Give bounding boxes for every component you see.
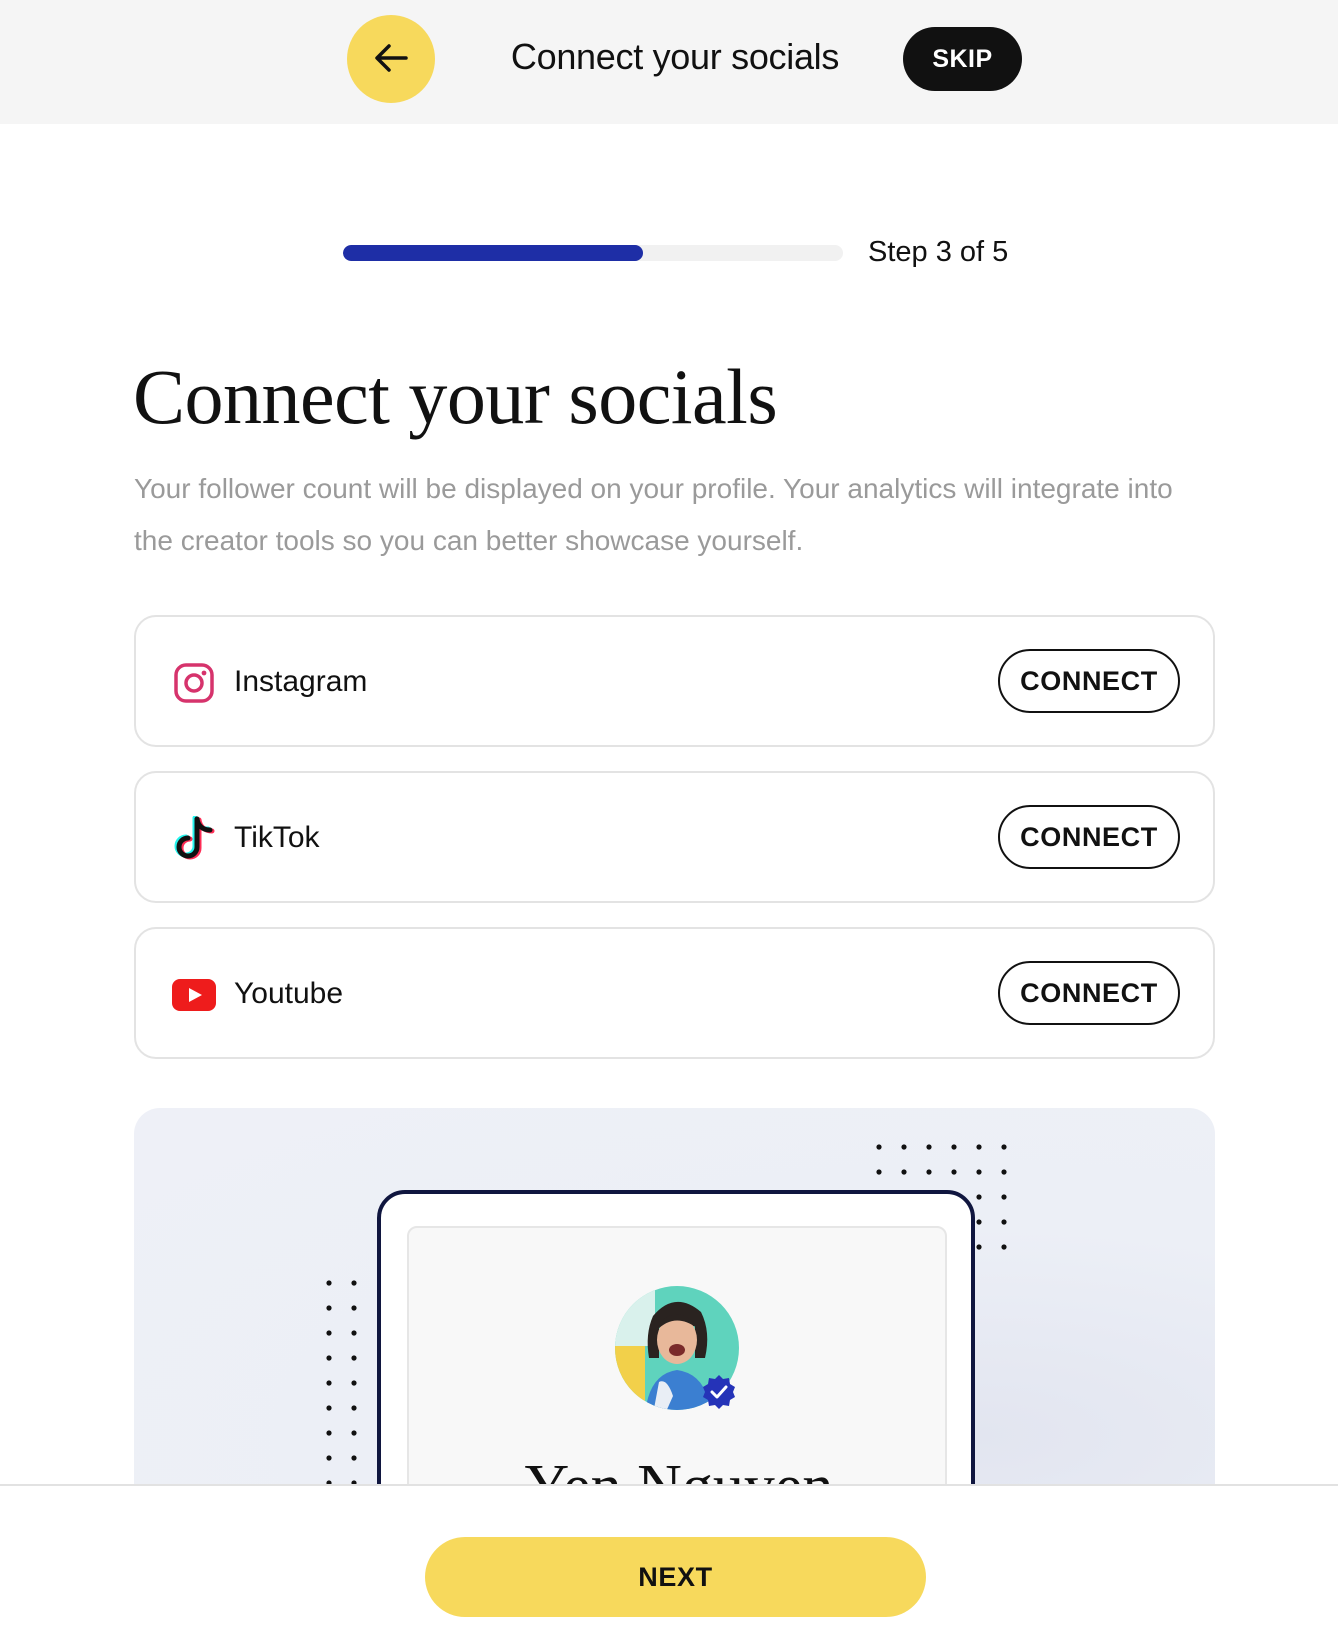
footer: NEXT xyxy=(0,1484,1338,1630)
page-title: Connect your socials xyxy=(133,353,778,440)
tiktok-icon xyxy=(172,816,216,861)
page-description: Your follower count will be displayed on… xyxy=(134,473,1173,556)
social-name: Instagram xyxy=(234,665,368,698)
social-card-youtube: Youtube CONNECT xyxy=(134,927,1215,1059)
connect-instagram-button[interactable]: CONNECT xyxy=(998,649,1180,713)
top-bar: Connect your socials SKIP xyxy=(0,0,1338,124)
profile-preview-illustration: Yen Nguyen xyxy=(134,1108,1215,1528)
step-indicator: Step 3 of 5 xyxy=(868,236,1009,268)
social-name: TikTok xyxy=(234,821,320,854)
next-button[interactable]: NEXT xyxy=(425,1537,926,1617)
social-card-tiktok: TikTok CONNECT xyxy=(134,771,1215,903)
youtube-icon xyxy=(172,973,216,1017)
connect-tiktok-button[interactable]: CONNECT xyxy=(998,805,1180,869)
topbar-title: Connect your socials xyxy=(510,36,840,77)
onboarding-page: Connect your socials SKIP Step 3 of 5 Co… xyxy=(0,0,1338,1630)
back-button[interactable] xyxy=(347,15,435,103)
social-name: Youtube xyxy=(234,977,344,1010)
profile-card: Yen Nguyen xyxy=(407,1226,947,1528)
avatar xyxy=(615,1286,743,1414)
connect-youtube-button[interactable]: CONNECT xyxy=(998,961,1180,1025)
skip-button[interactable]: SKIP xyxy=(903,27,1022,91)
verified-badge-icon xyxy=(701,1374,737,1415)
social-card-instagram: Instagram CONNECT xyxy=(134,615,1215,747)
arrow-left-icon xyxy=(374,43,408,76)
instagram-icon xyxy=(172,661,216,705)
phone-mockup: Yen Nguyen xyxy=(377,1190,975,1528)
progress-bar xyxy=(343,245,843,261)
progress-fill xyxy=(343,245,643,261)
